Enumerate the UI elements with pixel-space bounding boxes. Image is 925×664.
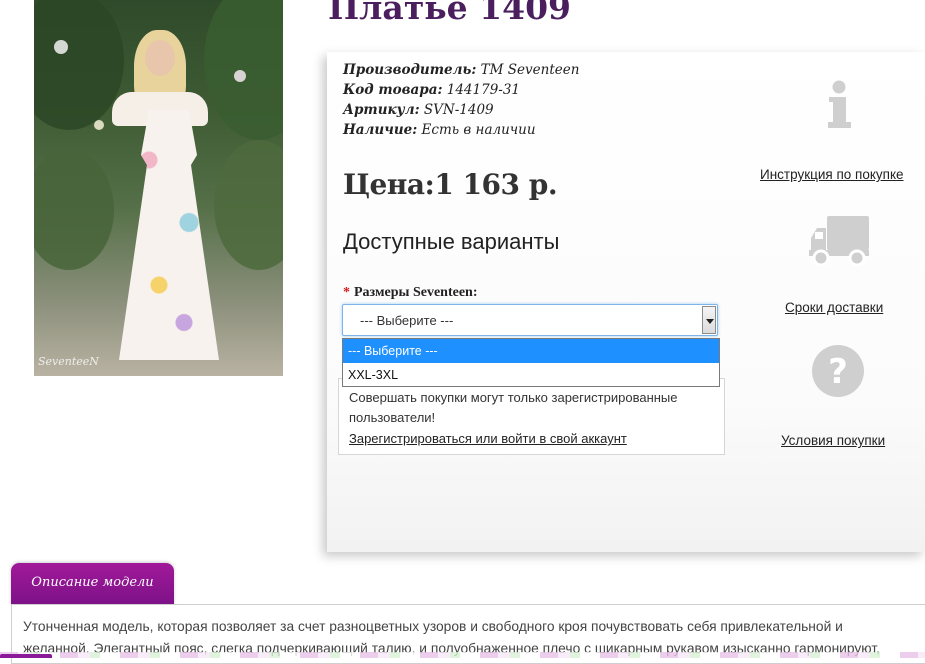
delivery-link[interactable]: Сроки доставки: [785, 300, 883, 315]
size-label: * Размеры Seventeen:: [343, 285, 478, 300]
required-mark: *: [343, 285, 350, 300]
price-label: Цена:: [343, 168, 435, 201]
info-availability: Наличие: Есть в наличии: [343, 122, 536, 138]
info-product-code: Код товара: 144179-31: [343, 82, 521, 98]
price: Цена:1 163 р.: [343, 168, 558, 201]
product-title: Платье 1409: [328, 0, 571, 27]
footer-badge: [0, 654, 52, 658]
login-notice: Совершать покупки могут только зарегистр…: [338, 378, 725, 455]
tab-description-label: Описание модели: [31, 575, 154, 590]
notice-message: Совершать покупки могут только зарегистр…: [349, 390, 678, 425]
product-photo[interactable]: SeventeeN: [34, 0, 283, 376]
question-icon: ?: [812, 345, 864, 397]
size-select[interactable]: --- Выберите ---: [342, 304, 718, 336]
size-dropdown-list[interactable]: --- Выберите --- XXL-3XL: [342, 338, 720, 387]
tab-description[interactable]: Описание модели: [11, 563, 174, 605]
size-select-value: --- Выберите ---: [360, 313, 454, 328]
svg-text:?: ?: [828, 352, 848, 392]
size-option-xxl-3xl[interactable]: XXL-3XL: [343, 363, 719, 387]
truck-icon: [809, 216, 869, 266]
price-value: 1 163 р.: [434, 168, 558, 201]
info-manufacturer: Производитель: ТМ Seventeen: [343, 62, 580, 78]
login-link[interactable]: Зарегистрироваться или войти в свой акка…: [349, 431, 627, 446]
options-title: Доступные варианты: [343, 229, 560, 254]
photo-watermark: SeventeeN: [38, 355, 99, 368]
terms-link[interactable]: Условия покупки: [781, 433, 885, 448]
info-icon: [828, 80, 851, 128]
instruction-link[interactable]: Инструкция по покупке: [760, 167, 904, 182]
footer-decoration: [0, 652, 925, 658]
chevron-down-icon[interactable]: [702, 306, 716, 334]
info-article: Артикул: SVN-1409: [343, 102, 494, 118]
size-option-placeholder[interactable]: --- Выберите ---: [343, 339, 719, 363]
